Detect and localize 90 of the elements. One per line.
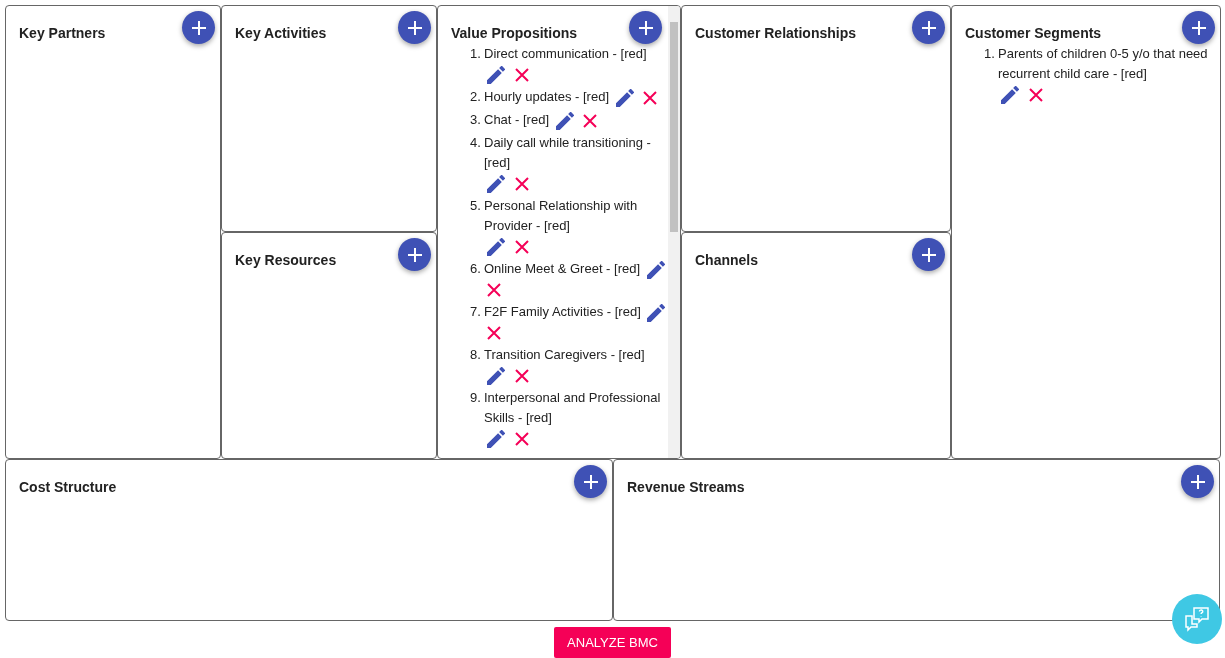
- pencil-icon: [647, 303, 666, 322]
- delete-button[interactable]: [487, 325, 501, 340]
- plus-icon: [637, 19, 654, 36]
- delete-button[interactable]: [514, 239, 529, 254]
- add-button[interactable]: [182, 11, 215, 44]
- add-button[interactable]: [1182, 11, 1215, 44]
- plus-icon: [406, 246, 423, 263]
- edit-button[interactable]: [647, 303, 666, 322]
- scrollbar[interactable]: [668, 6, 680, 458]
- close-icon: [514, 176, 529, 191]
- plus-icon: [920, 246, 937, 263]
- edit-button[interactable]: [487, 174, 505, 193]
- pencil-icon: [487, 174, 505, 193]
- plus-icon: [1189, 473, 1206, 490]
- close-icon: [643, 90, 658, 105]
- panel-title: Customer Relationships: [695, 24, 857, 42]
- add-button[interactable]: [1181, 465, 1214, 498]
- item-text: Transition Caregivers - [red]: [484, 346, 645, 364]
- add-button[interactable]: [629, 11, 662, 44]
- pencil-icon: [1001, 85, 1019, 104]
- panel-title: Channels: [695, 251, 758, 269]
- panel-title: Customer Segments: [965, 24, 1102, 42]
- item-text: Hourly updates - [red]: [484, 88, 609, 106]
- pencil-icon: [615, 88, 634, 107]
- plus-icon: [1190, 19, 1207, 36]
- item-text: Personal Relationship with Provider - [red]: [484, 197, 639, 235]
- close-icon: [514, 239, 529, 254]
- plus-icon: [582, 473, 599, 490]
- pencil-icon: [555, 111, 574, 130]
- panel-title: Key Resources: [235, 251, 337, 269]
- analyze-button[interactable]: ANALYZE BMC: [554, 627, 671, 658]
- delete-button[interactable]: [514, 431, 529, 446]
- close-icon: [487, 325, 501, 340]
- plus-icon: [406, 19, 423, 36]
- close-icon: [514, 431, 529, 446]
- item-number: 2.: [470, 88, 482, 106]
- close-icon: [514, 368, 529, 383]
- edit-button[interactable]: [555, 111, 574, 130]
- plus-icon: [190, 19, 207, 36]
- item-number: 9.: [470, 389, 482, 407]
- item-number: 7.: [470, 303, 482, 321]
- add-button[interactable]: [912, 238, 945, 271]
- delete-button[interactable]: [514, 67, 529, 82]
- pencil-icon: [487, 65, 505, 84]
- edit-button[interactable]: [646, 260, 665, 279]
- delete-button[interactable]: [514, 368, 529, 383]
- close-icon: [487, 282, 501, 297]
- item-text: F2F Family Activities - [red]: [484, 303, 641, 321]
- panel-title: Cost Structure: [19, 478, 117, 496]
- add-button[interactable]: [398, 11, 431, 44]
- edit-button[interactable]: [615, 88, 634, 107]
- pencil-icon: [487, 237, 505, 256]
- panel-title: Key Partners: [19, 24, 106, 42]
- chat-question-icon: [1182, 604, 1212, 634]
- pencil-icon: [487, 366, 505, 385]
- item-number: 1.: [470, 45, 482, 63]
- edit-button[interactable]: [487, 429, 505, 448]
- add-button[interactable]: [912, 11, 945, 44]
- item-number: 4.: [470, 134, 482, 152]
- item-text: Chat - [red]: [484, 111, 550, 129]
- delete-button[interactable]: [514, 176, 529, 191]
- close-icon: [514, 67, 529, 82]
- delete-button[interactable]: [1028, 87, 1043, 102]
- plus-icon: [920, 19, 937, 36]
- add-button[interactable]: [398, 238, 431, 271]
- panel-title: Key Activities: [235, 24, 327, 42]
- item-text: Direct communication - [red]: [484, 45, 647, 63]
- item-number: 8.: [470, 346, 482, 364]
- delete-button[interactable]: [487, 282, 501, 297]
- item-text: Parents of children 0-5 y/o that need recurrent child care - [red]: [998, 45, 1209, 83]
- panel-title: Value Propositions: [451, 24, 578, 42]
- add-button[interactable]: [574, 465, 607, 498]
- item-number: 5.: [470, 197, 482, 215]
- item-number: 3.: [470, 111, 482, 129]
- pencil-icon: [487, 429, 505, 448]
- delete-button[interactable]: [643, 90, 658, 105]
- edit-button[interactable]: [487, 366, 505, 385]
- pencil-icon: [646, 260, 665, 279]
- close-icon: [583, 113, 598, 128]
- item-text: Daily call while transitioning - [red]: [484, 134, 652, 172]
- close-icon: [1028, 87, 1043, 102]
- item-text: Online Meet & Greet - [red]: [484, 260, 641, 278]
- delete-button[interactable]: [583, 113, 598, 128]
- item-number: 1.: [984, 45, 996, 63]
- item-text: Interpersonal and Professional Skills - [red]: [484, 389, 662, 427]
- item-number: 6.: [470, 260, 482, 278]
- edit-button[interactable]: [487, 237, 505, 256]
- edit-button[interactable]: [1001, 85, 1019, 104]
- panel-title: Revenue Streams: [627, 478, 745, 496]
- edit-button[interactable]: [487, 65, 505, 84]
